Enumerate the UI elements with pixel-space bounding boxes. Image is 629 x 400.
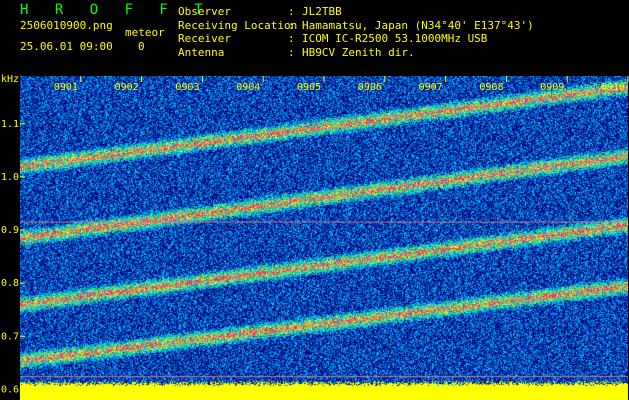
- y-axis-unit-label: kHz: [1, 74, 19, 85]
- info-value: HB9CV Zenith dir.: [302, 45, 415, 59]
- info-key: Receiver: [178, 32, 231, 46]
- info-row-location: Receiving Location: Hamamatsu, Japan (N34…: [178, 18, 534, 32]
- meteor-label: meteor: [125, 26, 165, 39]
- y-tick-label: 0.9: [1, 225, 19, 236]
- info-value: Hamamatsu, Japan (N34°40' E137°43'): [302, 18, 534, 32]
- y-tick-label: 0.7: [1, 331, 19, 342]
- info-row-observer: Observer: JL2TBB: [178, 5, 342, 18]
- y-tick-label: 1.0: [1, 172, 19, 183]
- info-key: Receiving Location: [178, 18, 298, 32]
- capture-datetime: 25.06.01 09:00: [20, 40, 113, 53]
- meteor-count: 0: [138, 40, 145, 53]
- info-value: JL2TBB: [302, 5, 342, 18]
- info-value: ICOM IC-R2500 53.1000MHz USB: [302, 32, 488, 46]
- info-row-receiver: Receiver: ICOM IC-R2500 53.1000MHz USB: [178, 32, 488, 46]
- y-tick-label: 1.1: [1, 119, 19, 130]
- info-row-antenna: Antenna: HB9CV Zenith dir.: [178, 45, 415, 59]
- y-tick-label: 0.8: [1, 278, 19, 289]
- y-tick-label: 0.6: [1, 384, 19, 395]
- file-name: 2506010900.png: [20, 19, 113, 32]
- spectrogram-plot: [20, 76, 628, 400]
- info-key: Antenna: [178, 45, 225, 59]
- station-info: Observer: JL2TBB Receiving Location: Hamam…: [178, 5, 534, 59]
- info-key: Observer: [178, 5, 231, 18]
